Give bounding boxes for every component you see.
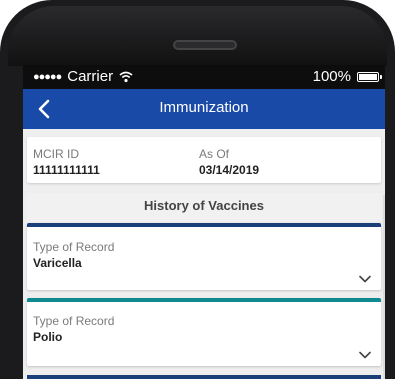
status-left: ●●●●● Carrier xyxy=(33,68,133,85)
as-of-label: As Of xyxy=(199,147,230,161)
record-type-label: Type of Record xyxy=(33,240,115,254)
card-accent-bar xyxy=(27,298,381,302)
battery-icon xyxy=(357,71,382,82)
battery-percent: 100% xyxy=(312,68,351,85)
phone-frame: ●●●●● Carrier 100% Immunization MCIR ID … xyxy=(0,0,395,379)
record-type-value: Polio xyxy=(33,330,63,344)
chevron-down-icon[interactable] xyxy=(359,275,371,283)
vaccine-record-card[interactable]: Type of Record Polio xyxy=(27,298,381,366)
nav-bar: Immunization xyxy=(23,89,385,129)
status-bar: ●●●●● Carrier 100% xyxy=(23,65,385,89)
mcir-id-value: 11111111111 xyxy=(33,163,100,177)
as-of-value: 03/14/2019 xyxy=(199,163,260,177)
wifi-icon xyxy=(119,71,133,82)
scrollbar[interactable] xyxy=(383,195,385,379)
next-card-accent-bar xyxy=(27,375,381,379)
phone-speaker xyxy=(173,40,237,50)
phone-bezel xyxy=(8,6,387,66)
status-right: 100% xyxy=(312,68,382,85)
history-header: History of Vaccines xyxy=(27,193,381,221)
carrier-label: Carrier xyxy=(67,68,114,85)
id-card: MCIR ID 11111111111 As Of 03/14/2019 xyxy=(27,137,381,183)
card-accent-bar xyxy=(27,223,381,227)
vaccine-record-card[interactable]: Type of Record Varicella xyxy=(27,223,381,290)
signal-icon: ●●●●● xyxy=(33,70,62,83)
record-type-label: Type of Record xyxy=(33,314,115,328)
chevron-down-icon[interactable] xyxy=(359,351,371,359)
page-title: Immunization xyxy=(159,99,249,116)
record-type-value: Varicella xyxy=(33,256,82,270)
app-screen: ●●●●● Carrier 100% Immunization MCIR ID … xyxy=(23,65,385,379)
mcir-id-label: MCIR ID xyxy=(33,147,79,161)
